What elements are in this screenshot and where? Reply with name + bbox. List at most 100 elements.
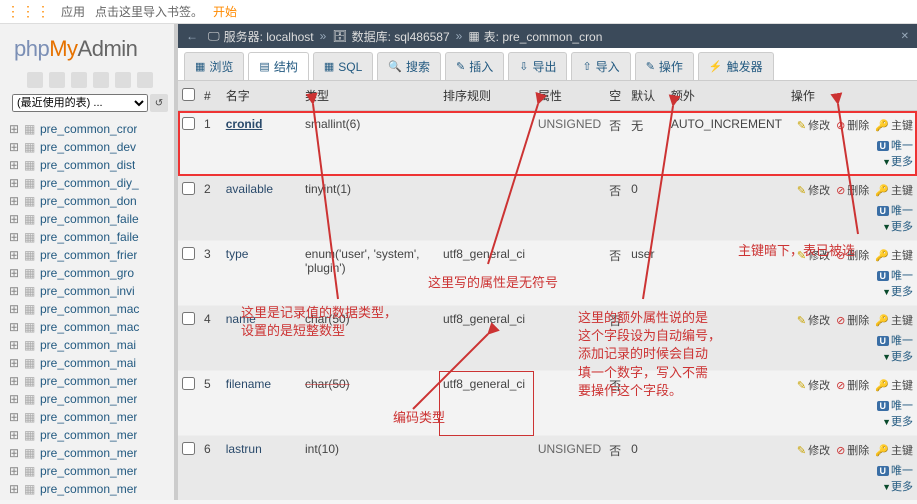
col-extra[interactable]: 额外: [667, 81, 787, 111]
expand-icon[interactable]: ⊞: [8, 176, 20, 190]
tree-item[interactable]: ⊞▦pre_common_faile: [6, 210, 174, 228]
delete-button[interactable]: ⊘删除: [836, 247, 869, 263]
settings-icon[interactable]: [115, 72, 131, 88]
expand-icon[interactable]: ⊞: [8, 356, 20, 370]
expand-icon[interactable]: ⊞: [8, 410, 20, 424]
more-button[interactable]: ▼更多: [880, 221, 913, 233]
row-checkbox[interactable]: [182, 247, 195, 260]
expand-icon[interactable]: ⊞: [8, 464, 20, 478]
tab-browse[interactable]: ▦浏览: [184, 52, 244, 80]
primary-key-button[interactable]: 🔑主键: [875, 442, 913, 458]
delete-button[interactable]: ⊘删除: [836, 182, 869, 198]
tab-triggers[interactable]: ⚡触发器: [698, 52, 774, 80]
expand-icon[interactable]: ⊞: [8, 284, 20, 298]
breadcrumb-server[interactable]: 服务器: localhost: [224, 28, 314, 45]
primary-key-button[interactable]: 🔑主键: [875, 377, 913, 393]
tree-item[interactable]: ⊞▦pre_common_invi: [6, 282, 174, 300]
tree-item[interactable]: ⊞▦pre_common_faile: [6, 228, 174, 246]
apps-icon[interactable]: ⋮⋮⋮: [6, 3, 51, 20]
collapse-sidebar-icon[interactable]: ←: [186, 29, 198, 43]
more-button[interactable]: ▼更多: [880, 416, 913, 428]
row-checkbox[interactable]: [182, 117, 195, 130]
more-button[interactable]: ▼更多: [880, 351, 913, 363]
row-checkbox[interactable]: [182, 312, 195, 325]
delete-button[interactable]: ⊘删除: [836, 377, 869, 393]
edit-button[interactable]: ✎修改: [797, 247, 830, 263]
expand-icon[interactable]: ⊞: [8, 212, 20, 226]
reload-icon[interactable]: [137, 72, 153, 88]
row-checkbox[interactable]: [182, 442, 195, 455]
col-num[interactable]: #: [200, 81, 222, 111]
tree-item[interactable]: ⊞▦pre_common_mer: [6, 390, 174, 408]
tree-item[interactable]: ⊞▦pre_common_cror: [6, 120, 174, 138]
col-name[interactable]: 名字: [222, 81, 301, 111]
unique-button[interactable]: U唯一: [877, 400, 914, 412]
col-collation[interactable]: 排序规则: [439, 81, 534, 111]
tree-item[interactable]: ⊞▦pre_common_mer: [6, 462, 174, 480]
col-null[interactable]: 空: [605, 81, 627, 111]
expand-icon[interactable]: ⊞: [8, 428, 20, 442]
more-button[interactable]: ▼更多: [880, 156, 913, 168]
breadcrumb-table[interactable]: 表: pre_common_cron: [484, 28, 603, 45]
logo[interactable]: phpMyAdmin: [14, 36, 174, 62]
tree-item[interactable]: ⊞▦pre_common_diy_: [6, 174, 174, 192]
expand-icon[interactable]: ⊞: [8, 230, 20, 244]
col-attr[interactable]: 属性: [534, 81, 605, 111]
col-ops[interactable]: 操作: [787, 81, 917, 111]
edit-button[interactable]: ✎修改: [797, 117, 830, 133]
unique-button[interactable]: U唯一: [877, 270, 914, 282]
tree-item[interactable]: ⊞▦pre_common_dist: [6, 156, 174, 174]
edit-button[interactable]: ✎修改: [797, 377, 830, 393]
tab-export[interactable]: ⇩导出: [508, 52, 567, 80]
home-icon[interactable]: [27, 72, 43, 88]
tree-item[interactable]: ⊞▦pre_common_mac: [6, 300, 174, 318]
expand-icon[interactable]: ⊞: [8, 266, 20, 280]
sql-icon[interactable]: [71, 72, 87, 88]
expand-icon[interactable]: ⊞: [8, 122, 20, 136]
tree-item[interactable]: ⊞▦pre_common_mer: [6, 372, 174, 390]
docs-icon[interactable]: [93, 72, 109, 88]
recent-tables-select[interactable]: (最近使用的表) ...: [12, 94, 148, 112]
delete-button[interactable]: ⊘删除: [836, 312, 869, 328]
tab-insert[interactable]: ✎插入: [445, 52, 504, 80]
row-checkbox[interactable]: [182, 182, 195, 195]
edit-button[interactable]: ✎修改: [797, 312, 830, 328]
help-icon[interactable]: ✕: [901, 31, 909, 42]
tree-item[interactable]: ⊞▦pre_common_don: [6, 192, 174, 210]
tab-import[interactable]: ⇧导入: [571, 52, 630, 80]
unique-button[interactable]: U唯一: [877, 140, 914, 152]
tree-item[interactable]: ⊞▦pre_common_frier: [6, 246, 174, 264]
expand-icon[interactable]: ⊞: [8, 338, 20, 352]
tree-item[interactable]: ⊞▦pre_common_mer: [6, 444, 174, 462]
primary-key-button[interactable]: 🔑主键: [875, 247, 913, 263]
expand-icon[interactable]: ⊞: [8, 320, 20, 334]
col-default[interactable]: 默认: [627, 81, 667, 111]
edit-button[interactable]: ✎修改: [797, 182, 830, 198]
tree-item[interactable]: ⊞▦pre_common_mac: [6, 318, 174, 336]
expand-icon[interactable]: ⊞: [8, 482, 20, 496]
unique-button[interactable]: U唯一: [877, 205, 914, 217]
expand-icon[interactable]: ⊞: [8, 374, 20, 388]
apps-label[interactable]: 应用: [61, 3, 85, 20]
checkbox-all[interactable]: [182, 88, 195, 101]
delete-button[interactable]: ⊘删除: [836, 117, 869, 133]
unique-button[interactable]: U唯一: [877, 465, 914, 477]
expand-icon[interactable]: ⊞: [8, 158, 20, 172]
expand-icon[interactable]: ⊞: [8, 194, 20, 208]
tree-item[interactable]: ⊞▦pre_common_mer: [6, 426, 174, 444]
primary-key-button[interactable]: 🔑主键: [875, 312, 913, 328]
expand-icon[interactable]: ⊞: [8, 248, 20, 262]
tab-structure[interactable]: ▤结构: [248, 52, 308, 80]
row-checkbox[interactable]: [182, 377, 195, 390]
tree-item[interactable]: ⊞▦pre_common_mai: [6, 336, 174, 354]
tab-sql[interactable]: ▦SQL: [313, 52, 373, 80]
expand-icon[interactable]: ⊞: [8, 140, 20, 154]
primary-key-button[interactable]: 🔑主键: [875, 117, 913, 133]
expand-icon[interactable]: ⊞: [8, 302, 20, 316]
tree-item[interactable]: ⊞▦pre_common_gro: [6, 264, 174, 282]
unique-button[interactable]: U唯一: [877, 335, 914, 347]
delete-button[interactable]: ⊘删除: [836, 442, 869, 458]
more-button[interactable]: ▼更多: [880, 481, 913, 493]
more-button[interactable]: ▼更多: [880, 286, 913, 298]
primary-key-button[interactable]: 🔑主键: [875, 182, 913, 198]
